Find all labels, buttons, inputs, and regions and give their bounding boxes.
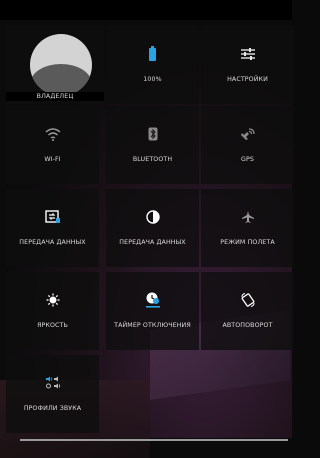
status-bar: [0, 0, 292, 20]
bluetooth-icon: [148, 124, 158, 144]
data-saver-tile[interactable]: ПЕРЕДАЧА ДАННЫХ: [106, 189, 199, 267]
brightness-tile[interactable]: ЯРКОСТЬ: [6, 272, 99, 350]
sleep-timer-label: ТАЙМЕР ОТКЛЮЧЕНИЯ: [114, 322, 191, 329]
data-saver-label: ПЕРЕДАЧА ДАННЫХ: [119, 239, 186, 246]
battery-full-icon: [149, 44, 156, 64]
bluetooth-label: BLUETOOTH: [132, 156, 173, 163]
drag-handle[interactable]: [20, 439, 288, 441]
airplane-icon: [241, 207, 255, 227]
sleep-timer-tile[interactable]: ТАЙМЕР ОТКЛЮЧЕНИЯ: [106, 272, 199, 350]
avatar: [30, 34, 92, 96]
wifi-icon: [45, 124, 61, 144]
gps-tile[interactable]: GPS: [201, 106, 294, 184]
settings-tile[interactable]: НАСТРОЙКИ: [201, 26, 294, 104]
data-saver-icon: [145, 207, 160, 227]
battery-tile[interactable]: 100%: [106, 26, 199, 104]
autorotate-tile[interactable]: АВТОПОВОРОТ: [201, 272, 294, 350]
wifi-label: WI-FI: [44, 156, 61, 163]
rotate-icon: [240, 290, 256, 310]
owner-tile[interactable]: ВЛАДЕЛЕЦ: [6, 26, 104, 104]
airplane-label: РЕЖИМ ПОЛЕТА: [220, 239, 275, 246]
brightness-label: ЯРКОСТЬ: [37, 322, 68, 329]
sound-profiles-label: ПРОФИЛИ ЗВУКА: [23, 405, 82, 412]
brightness-icon: [46, 290, 60, 310]
gps-label: GPS: [241, 156, 254, 163]
sound-profiles-tile[interactable]: ПРОФИЛИ ЗВУКА: [6, 355, 99, 433]
sim-data-icon: [44, 207, 61, 227]
volume-icon: [45, 373, 61, 393]
battery-label: 100%: [143, 76, 162, 83]
wifi-tile[interactable]: WI-FI: [6, 106, 99, 184]
gps-icon: [240, 124, 256, 144]
autorotate-label: АВТОПОВОРОТ: [222, 322, 273, 329]
data-transfer-tile[interactable]: ПЕРЕДАЧА ДАННЫХ: [6, 189, 99, 267]
data-transfer-label: ПЕРЕДАЧА ДАННЫХ: [19, 239, 86, 246]
airplane-tile[interactable]: РЕЖИМ ПОЛЕТА: [201, 189, 294, 267]
timer-icon: [145, 290, 161, 310]
bluetooth-tile[interactable]: BLUETOOTH: [106, 106, 199, 184]
sliders-icon: [240, 44, 256, 64]
owner-label: ВЛАДЕЛЕЦ: [6, 92, 104, 101]
settings-label: НАСТРОЙКИ: [227, 76, 268, 83]
